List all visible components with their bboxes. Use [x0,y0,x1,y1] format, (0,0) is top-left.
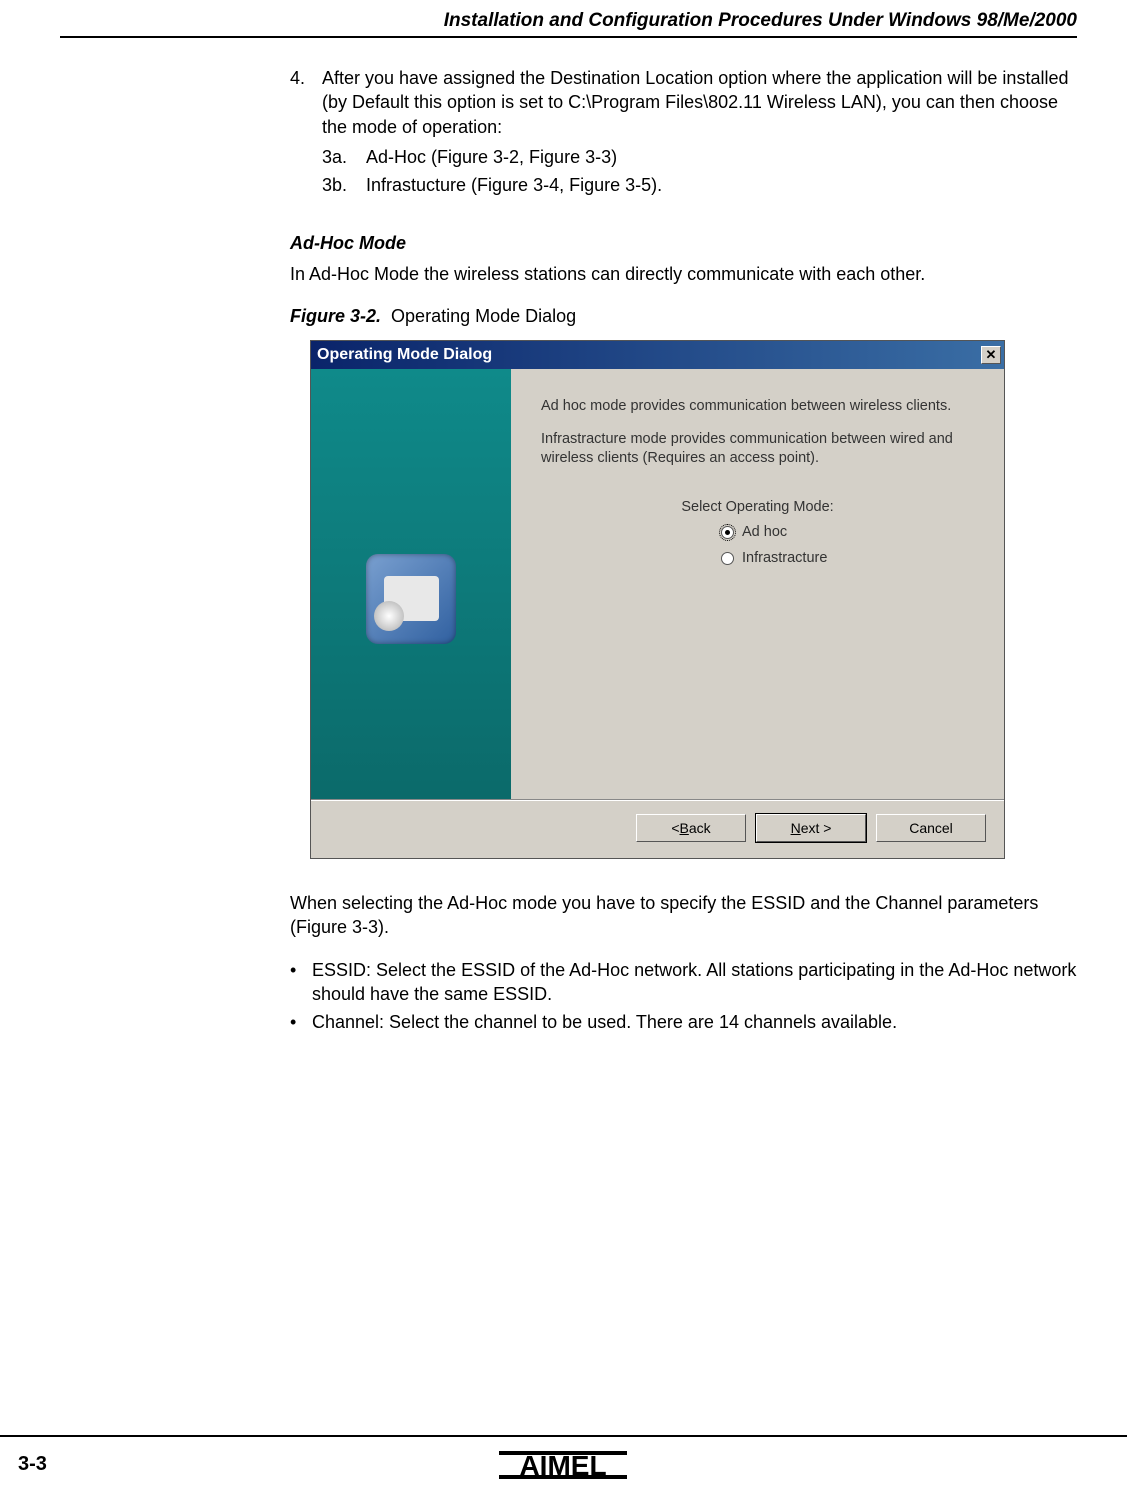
step-4: 4. After you have assigned the Destinati… [290,66,1077,139]
bullet-marker: • [290,1010,312,1034]
infra-description-text: Infrastracture mode provides communicati… [541,430,974,468]
figure-title: Operating Mode Dialog [391,306,576,326]
step-4-sub-a: 3a. Ad-Hoc (Figure 3-2, Figure 3-3) [322,145,1077,169]
step-text: After you have assigned the Destination … [322,66,1077,139]
post-dialog-paragraph: When selecting the Ad-Hoc mode you have … [290,891,1077,940]
step-4-sub-b: 3b. Infrastucture (Figure 3-4, Figure 3-… [322,173,1077,197]
page-number: 3-3 [18,1453,47,1476]
close-icon: ✕ [986,346,997,364]
atmel-logo: AIMEL [499,1445,629,1485]
close-button[interactable]: ✕ [981,346,1001,364]
operating-mode-dialog: Operating Mode Dialog ✕ Ad hoc mode prov… [310,340,1005,859]
adhoc-mode-description: In Ad-Hoc Mode the wireless stations can… [290,262,1077,286]
page-footer: 3-3 AIMEL [0,1435,1127,1487]
radio-adhoc[interactable]: Ad hoc [721,523,974,543]
adhoc-description-text: Ad hoc mode provides communication betwe… [541,397,974,416]
sub-number: 3a. [322,145,366,169]
page-header: Installation and Configuration Procedure… [60,10,1077,38]
radio-label: Infrastracture [742,549,827,569]
figure-number: Figure 3-2. [290,306,381,326]
radio-infrastructure[interactable]: Infrastracture [721,549,974,569]
step-number: 4. [290,66,322,139]
sub-text: Infrastucture (Figure 3-4, Figure 3-5). [366,173,662,197]
figure-caption: Figure 3-2. Operating Mode Dialog [290,304,1077,328]
back-button[interactable]: < Back [636,814,746,842]
dialog-titlebar: Operating Mode Dialog ✕ [311,341,1004,369]
bullet-marker: • [290,958,312,1007]
bullet-text: Channel: Select the channel to be used. … [312,1010,897,1034]
radio-label: Ad hoc [742,523,787,543]
svg-text:AIMEL: AIMEL [519,1450,606,1481]
radio-icon [721,552,734,565]
radio-icon [721,526,734,539]
select-mode-label: Select Operating Mode: [541,498,974,518]
dialog-title: Operating Mode Dialog [317,344,492,366]
sub-text: Ad-Hoc (Figure 3-2, Figure 3-3) [366,145,617,169]
cancel-button[interactable]: Cancel [876,814,986,842]
sub-number: 3b. [322,173,366,197]
bullet-text: ESSID: Select the ESSID of the Ad-Hoc ne… [312,958,1077,1007]
dialog-sidebar [311,369,511,799]
adhoc-mode-heading: Ad-Hoc Mode [290,231,1077,255]
next-button[interactable]: Next > [756,814,866,842]
bullet-essid: • ESSID: Select the ESSID of the Ad-Hoc … [290,958,1077,1007]
installer-icon [366,554,456,644]
bullet-channel: • Channel: Select the channel to be used… [290,1010,1077,1034]
